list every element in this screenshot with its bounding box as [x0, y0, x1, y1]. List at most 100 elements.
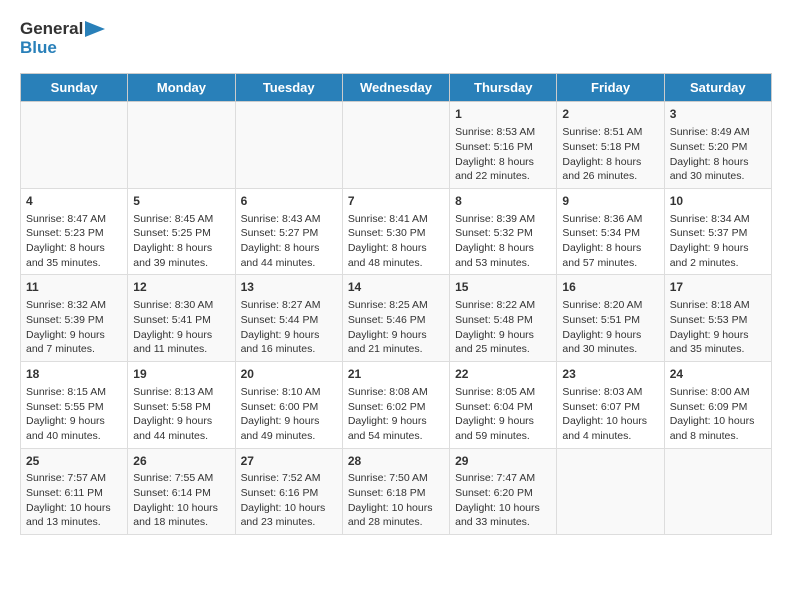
day-info: Sunrise: 8:34 AMSunset: 5:37 PMDaylight:… [670, 212, 766, 271]
day-number: 6 [241, 193, 337, 210]
day-number: 29 [455, 453, 551, 470]
day-info: Sunrise: 8:43 AMSunset: 5:27 PMDaylight:… [241, 212, 337, 271]
day-info: Sunrise: 8:36 AMSunset: 5:34 PMDaylight:… [562, 212, 658, 271]
header: General Blue [20, 20, 772, 57]
calendar-table: SundayMondayTuesdayWednesdayThursdayFrid… [20, 73, 772, 535]
day-info: Sunrise: 8:08 AMSunset: 6:02 PMDaylight:… [348, 385, 444, 444]
day-number: 8 [455, 193, 551, 210]
col-header-wednesday: Wednesday [342, 74, 449, 102]
calendar-cell: 6 Sunrise: 8:43 AMSunset: 5:27 PMDaylight… [235, 188, 342, 275]
calendar-cell: 24Sunrise: 8:00 AMSunset: 6:09 PMDayligh… [664, 362, 771, 449]
logo-general-text: General [20, 20, 83, 39]
day-number: 13 [241, 279, 337, 296]
calendar-cell [557, 448, 664, 535]
day-info: Sunrise: 8:53 AMSunset: 5:16 PMDaylight:… [455, 125, 551, 184]
day-info: Sunrise: 8:51 AMSunset: 5:18 PMDaylight:… [562, 125, 658, 184]
day-number: 11 [26, 279, 122, 296]
calendar-cell: 12 Sunrise: 8:30 AMSunset: 5:41 PMDayligh… [128, 275, 235, 362]
day-info: Sunrise: 8:20 AMSunset: 5:51 PMDaylight:… [562, 298, 658, 357]
col-header-friday: Friday [557, 74, 664, 102]
day-number: 16 [562, 279, 658, 296]
day-info: Sunrise: 8:03 AMSunset: 6:07 PMDaylight:… [562, 385, 658, 444]
day-number: 23 [562, 366, 658, 383]
day-number: 24 [670, 366, 766, 383]
day-number: 3 [670, 106, 766, 123]
day-number: 21 [348, 366, 444, 383]
day-info: Sunrise: 8:10 AMSunset: 6:00 PMDaylight:… [241, 385, 337, 444]
day-number: 12 [133, 279, 229, 296]
day-info: Sunrise: 7:52 AMSunset: 6:16 PMDaylight:… [241, 471, 337, 530]
calendar-cell: 29Sunrise: 7:47 AMSunset: 6:20 PMDayligh… [450, 448, 557, 535]
day-info: Sunrise: 7:55 AMSunset: 6:14 PMDaylight:… [133, 471, 229, 530]
day-number: 18 [26, 366, 122, 383]
day-number: 20 [241, 366, 337, 383]
day-info: Sunrise: 8:05 AMSunset: 6:04 PMDaylight:… [455, 385, 551, 444]
day-number: 25 [26, 453, 122, 470]
logo-blue-text: Blue [20, 39, 105, 58]
calendar-cell: 5 Sunrise: 8:45 AMSunset: 5:25 PMDaylight… [128, 188, 235, 275]
calendar-cell: 20 Sunrise: 8:10 AMSunset: 6:00 PMDayligh… [235, 362, 342, 449]
col-header-tuesday: Tuesday [235, 74, 342, 102]
calendar-cell: 17 Sunrise: 8:18 AMSunset: 5:53 PMDayligh… [664, 275, 771, 362]
calendar-cell [235, 102, 342, 189]
day-info: Sunrise: 8:27 AMSunset: 5:44 PMDaylight:… [241, 298, 337, 357]
logo-arrow-icon [85, 21, 105, 37]
day-number: 1 [455, 106, 551, 123]
day-number: 5 [133, 193, 229, 210]
col-header-sunday: Sunday [21, 74, 128, 102]
day-number: 7 [348, 193, 444, 210]
day-info: Sunrise: 8:22 AMSunset: 5:48 PMDaylight:… [455, 298, 551, 357]
day-info: Sunrise: 8:41 AMSunset: 5:30 PMDaylight:… [348, 212, 444, 271]
col-header-thursday: Thursday [450, 74, 557, 102]
day-info: Sunrise: 7:57 AMSunset: 6:11 PMDaylight:… [26, 471, 122, 530]
calendar-cell: 3 Sunrise: 8:49 AMSunset: 5:20 PMDaylight… [664, 102, 771, 189]
calendar-cell: 28Sunrise: 7:50 AMSunset: 6:18 PMDayligh… [342, 448, 449, 535]
calendar-cell: 1 Sunrise: 8:53 AMSunset: 5:16 PMDaylight… [450, 102, 557, 189]
calendar-cell: 10 Sunrise: 8:34 AMSunset: 5:37 PMDayligh… [664, 188, 771, 275]
calendar-cell: 19 Sunrise: 8:13 AMSunset: 5:58 PMDayligh… [128, 362, 235, 449]
day-info: Sunrise: 8:45 AMSunset: 5:25 PMDaylight:… [133, 212, 229, 271]
calendar-cell: 14Sunrise: 8:25 AMSunset: 5:46 PMDayligh… [342, 275, 449, 362]
calendar-cell [342, 102, 449, 189]
calendar-cell: 25Sunrise: 7:57 AMSunset: 6:11 PMDayligh… [21, 448, 128, 535]
logo: General Blue [20, 20, 105, 57]
day-number: 28 [348, 453, 444, 470]
calendar-cell: 22 Sunrise: 8:05 AMSunset: 6:04 PMDayligh… [450, 362, 557, 449]
day-number: 27 [241, 453, 337, 470]
day-info: Sunrise: 8:13 AMSunset: 5:58 PMDaylight:… [133, 385, 229, 444]
calendar-cell: 13 Sunrise: 8:27 AMSunset: 5:44 PMDayligh… [235, 275, 342, 362]
day-info: Sunrise: 8:30 AMSunset: 5:41 PMDaylight:… [133, 298, 229, 357]
calendar-cell: 23 Sunrise: 8:03 AMSunset: 6:07 PMDayligh… [557, 362, 664, 449]
day-info: Sunrise: 7:47 AMSunset: 6:20 PMDaylight:… [455, 471, 551, 530]
day-number: 4 [26, 193, 122, 210]
calendar-cell: 7 Sunrise: 8:41 AMSunset: 5:30 PMDaylight… [342, 188, 449, 275]
day-number: 26 [133, 453, 229, 470]
day-info: Sunrise: 8:18 AMSunset: 5:53 PMDaylight:… [670, 298, 766, 357]
day-info: Sunrise: 7:50 AMSunset: 6:18 PMDaylight:… [348, 471, 444, 530]
day-info: Sunrise: 8:25 AMSunset: 5:46 PMDaylight:… [348, 298, 444, 357]
calendar-cell: 2 Sunrise: 8:51 AMSunset: 5:18 PMDaylight… [557, 102, 664, 189]
day-number: 19 [133, 366, 229, 383]
calendar-cell: 27Sunrise: 7:52 AMSunset: 6:16 PMDayligh… [235, 448, 342, 535]
calendar-cell: 11 Sunrise: 8:32 AMSunset: 5:39 PMDayligh… [21, 275, 128, 362]
calendar-cell: 21 Sunrise: 8:08 AMSunset: 6:02 PMDayligh… [342, 362, 449, 449]
day-number: 10 [670, 193, 766, 210]
calendar-cell: 15 Sunrise: 8:22 AMSunset: 5:48 PMDayligh… [450, 275, 557, 362]
calendar-cell: 9 Sunrise: 8:36 AMSunset: 5:34 PMDaylight… [557, 188, 664, 275]
day-info: Sunrise: 8:15 AMSunset: 5:55 PMDaylight:… [26, 385, 122, 444]
day-info: Sunrise: 8:39 AMSunset: 5:32 PMDaylight:… [455, 212, 551, 271]
day-info: Sunrise: 8:32 AMSunset: 5:39 PMDaylight:… [26, 298, 122, 357]
col-header-saturday: Saturday [664, 74, 771, 102]
calendar-cell: 8 Sunrise: 8:39 AMSunset: 5:32 PMDaylight… [450, 188, 557, 275]
calendar-cell [128, 102, 235, 189]
day-number: 22 [455, 366, 551, 383]
day-number: 15 [455, 279, 551, 296]
day-info: Sunrise: 8:47 AMSunset: 5:23 PMDaylight:… [26, 212, 122, 271]
calendar-cell [664, 448, 771, 535]
day-number: 2 [562, 106, 658, 123]
calendar-cell: 16 Sunrise: 8:20 AMSunset: 5:51 PMDayligh… [557, 275, 664, 362]
col-header-monday: Monday [128, 74, 235, 102]
day-number: 9 [562, 193, 658, 210]
day-number: 17 [670, 279, 766, 296]
day-info: Sunrise: 8:49 AMSunset: 5:20 PMDaylight:… [670, 125, 766, 184]
